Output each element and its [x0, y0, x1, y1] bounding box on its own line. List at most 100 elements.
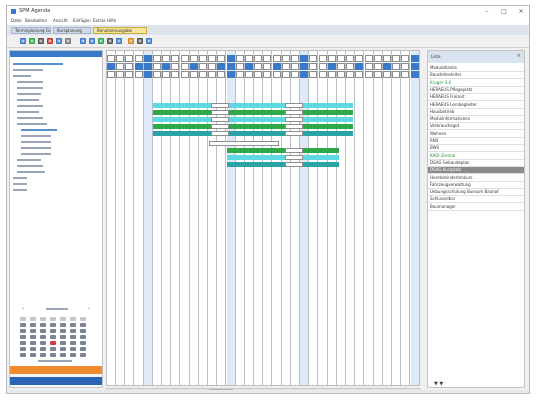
grid-view-icon[interactable] — [97, 37, 105, 45]
column-header-cell[interactable] — [364, 71, 373, 78]
column-header-cell[interactable] — [300, 55, 309, 62]
column-header-cell[interactable] — [392, 71, 401, 78]
grid-column[interactable] — [309, 51, 319, 385]
calendar-day[interactable] — [80, 329, 86, 333]
column-header-cell[interactable] — [281, 63, 290, 70]
column-header-cell[interactable] — [327, 63, 336, 70]
grid-column[interactable] — [153, 51, 162, 385]
column-header-cell[interactable] — [189, 63, 198, 70]
calendar-day[interactable] — [60, 335, 66, 339]
column-header-cell[interactable] — [291, 55, 299, 62]
column-header-cell[interactable] — [281, 55, 290, 62]
calendar-day[interactable] — [50, 341, 56, 345]
column-header-cell[interactable] — [318, 71, 327, 78]
column-header-cell[interactable] — [245, 71, 253, 78]
grid-column[interactable] — [373, 51, 383, 385]
column-header-cell[interactable] — [189, 55, 198, 62]
column-header-cell[interactable] — [208, 63, 217, 70]
calendar-day[interactable] — [20, 335, 26, 339]
column-header-cell[interactable] — [272, 63, 281, 70]
tab-terminplanung[interactable]: Terminplanung Gesamt — [11, 27, 51, 34]
column-header-cell[interactable] — [337, 55, 345, 62]
tree-node[interactable] — [17, 87, 43, 89]
calendar-prev-icon[interactable]: ‹ — [20, 306, 26, 312]
column-header-cell[interactable] — [263, 71, 272, 78]
settings-icon[interactable] — [136, 37, 144, 45]
column-header-cell[interactable] — [373, 63, 382, 70]
tree-node[interactable] — [13, 63, 63, 65]
calendar-day[interactable] — [30, 335, 36, 339]
column-header-cell[interactable] — [410, 71, 419, 78]
calendar-day[interactable] — [70, 323, 76, 327]
column-header-cell[interactable] — [143, 71, 152, 78]
appointment-bar[interactable] — [153, 110, 353, 115]
grid-column[interactable] — [162, 51, 172, 385]
list-item[interactable]: Hausbetrieb — [428, 109, 524, 116]
print-icon[interactable] — [37, 37, 45, 45]
calendar-day[interactable] — [30, 353, 36, 357]
column-header-cell[interactable] — [318, 55, 327, 62]
column-header-cell[interactable] — [171, 71, 180, 78]
list-item[interactable]: Schlusselbar — [428, 196, 524, 204]
tree-node[interactable] — [17, 111, 39, 113]
new-icon[interactable] — [19, 37, 27, 45]
column-header-cell[interactable] — [383, 55, 391, 62]
filter-icon[interactable] — [127, 37, 135, 45]
grid-column[interactable] — [364, 51, 374, 385]
column-header-cell[interactable] — [383, 71, 391, 78]
copy-icon[interactable] — [55, 37, 63, 45]
grid-column[interactable] — [116, 51, 126, 385]
calendar-day[interactable] — [20, 329, 26, 333]
calendar-day[interactable] — [20, 353, 26, 357]
tab-benutzerausgabe[interactable]: Benutzerausgabe — [93, 27, 147, 34]
column-header-cell[interactable] — [272, 55, 281, 62]
calendar-day[interactable] — [60, 329, 66, 333]
column-header-cell[interactable] — [337, 63, 345, 70]
nav-button-blue[interactable] — [10, 377, 102, 385]
tree-node[interactable] — [17, 99, 39, 101]
tree-node[interactable] — [17, 165, 43, 167]
column-header-cell[interactable] — [125, 63, 134, 70]
column-header-cell[interactable] — [125, 55, 134, 62]
menu-extras[interactable]: Extras — [93, 18, 106, 24]
calendar-day[interactable] — [60, 323, 66, 327]
column-header-cell[interactable] — [116, 63, 125, 70]
grid-column[interactable] — [337, 51, 346, 385]
column-header-cell[interactable] — [217, 55, 226, 62]
column-header-cell[interactable] — [162, 55, 171, 62]
grid-column[interactable] — [291, 51, 300, 385]
calendar-day[interactable] — [20, 323, 26, 327]
tree-node[interactable] — [13, 177, 27, 179]
grid-column[interactable] — [383, 51, 392, 385]
list-item[interactable]: Uebungsschulung Buesum Bauhof — [428, 189, 524, 197]
column-header-cell[interactable] — [235, 71, 244, 78]
grid-column[interactable] — [318, 51, 328, 385]
menu-help[interactable]: Hilfe — [107, 18, 116, 24]
column-header-cell[interactable] — [180, 71, 189, 78]
column-header-cell[interactable] — [410, 55, 419, 62]
column-header-cell[interactable] — [208, 55, 217, 62]
tree-node[interactable] — [21, 129, 57, 131]
list-item[interactable]: Wohnen — [428, 131, 524, 138]
calendar-day[interactable] — [50, 335, 56, 339]
column-header-cell[interactable] — [318, 63, 327, 70]
tree-node[interactable] — [17, 105, 43, 107]
column-header-cell[interactable] — [364, 63, 373, 70]
calendar-day[interactable] — [70, 329, 76, 333]
column-header-cell[interactable] — [355, 63, 364, 70]
list-item[interactable]: Hoerbehindertenkurs — [428, 175, 524, 182]
column-header-cell[interactable] — [171, 63, 180, 70]
calendar-day[interactable] — [40, 353, 46, 357]
column-header-cell[interactable] — [327, 55, 336, 62]
calendar-day[interactable] — [80, 341, 86, 345]
column-header-cell[interactable] — [364, 55, 373, 62]
grid-column[interactable] — [226, 51, 236, 385]
list-footer-icons[interactable]: ▼ ▼ — [434, 381, 454, 387]
column-header-cell[interactable] — [153, 71, 161, 78]
column-header-cell[interactable] — [235, 55, 244, 62]
list-item[interactable]: Baumanager — [428, 204, 524, 211]
column-header-cell[interactable] — [226, 71, 235, 78]
list-item[interactable]: Fahrzeugverwaltung — [428, 182, 524, 189]
column-header-cell[interactable] — [300, 63, 309, 70]
grid-column[interactable] — [254, 51, 264, 385]
